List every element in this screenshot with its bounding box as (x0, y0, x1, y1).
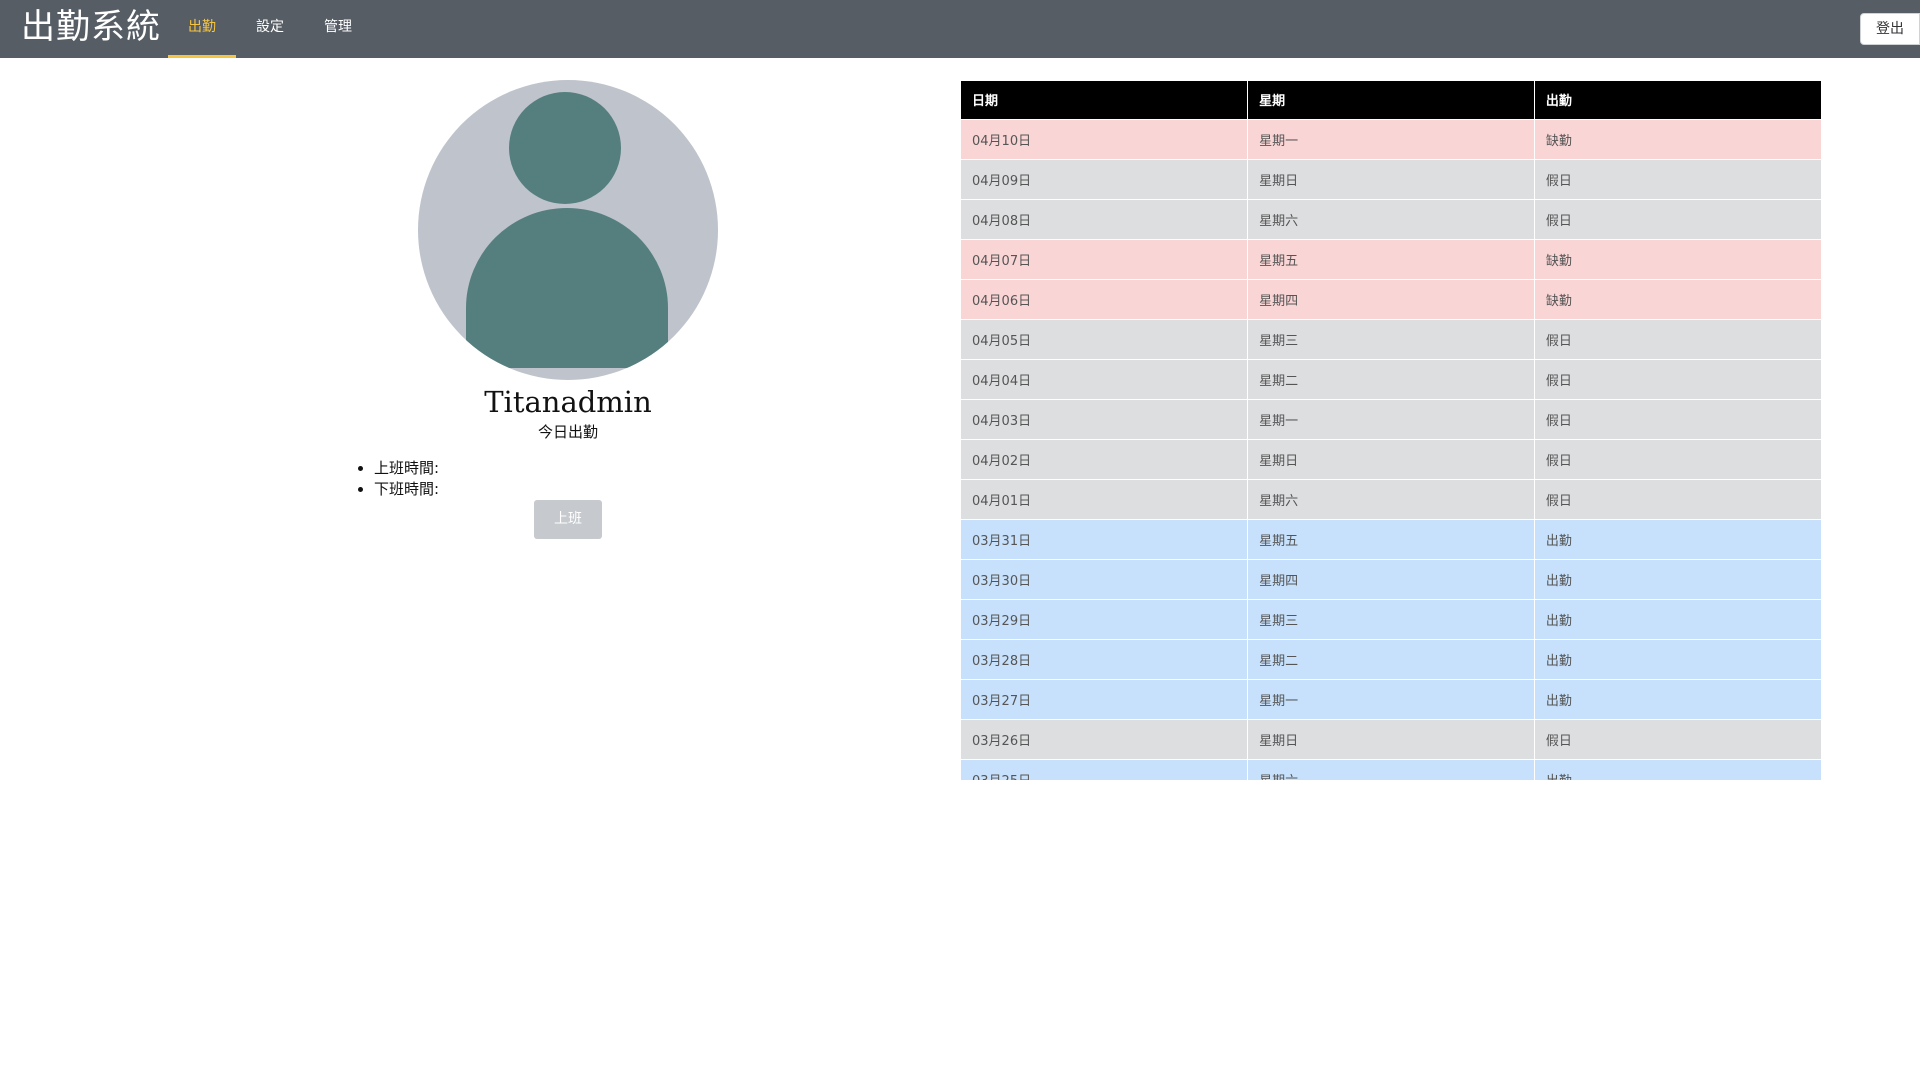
username: Titanadmin (484, 385, 652, 419)
cell-status: 缺勤 (1534, 238, 1821, 279)
cell-date: 04月09日 (961, 158, 1249, 199)
cell-status: 出勤 (1534, 638, 1821, 679)
cell-date: 03月30日 (961, 558, 1249, 599)
cell-weekday: 星期三 (1247, 598, 1535, 639)
cell-status: 出勤 (1534, 678, 1821, 719)
cell-date: 04月04日 (961, 358, 1249, 399)
table-row: 04月10日 星期一 缺勤 (961, 118, 1821, 159)
cell-status: 出勤 (1534, 558, 1821, 599)
top-navbar: 出勤系統 出勤 設定 管理 登出 (0, 0, 1920, 58)
avatar-body-shape (466, 208, 668, 368)
table-row: 04月01日 星期六 假日 (961, 478, 1821, 519)
cell-status: 假日 (1534, 358, 1821, 399)
cell-weekday: 星期二 (1247, 358, 1535, 399)
table-row: 03月25日星期六出勤 (961, 758, 1821, 780)
cell-status: 缺勤 (1534, 278, 1821, 319)
cell-date: 04月01日 (961, 478, 1249, 519)
cell-status: 出勤 (1534, 598, 1821, 639)
table-row: 03月31日 星期五 出勤 (961, 518, 1821, 559)
table-row: 04月04日 星期二 假日 (961, 358, 1821, 399)
cell-status: 假日 (1534, 438, 1821, 479)
cell-date: 03月31日 (961, 518, 1249, 559)
nav-item-admin[interactable]: 管理 (316, 0, 360, 58)
table-row: 04月09日 星期日 假日 (961, 158, 1821, 199)
cell-weekday: 星期六 (1247, 758, 1535, 780)
column-header-date: 日期 (961, 81, 1249, 119)
cell-weekday: 星期六 (1247, 198, 1535, 239)
cell-status: 假日 (1534, 398, 1821, 439)
table-row: 03月26日 星期日 假日 (961, 718, 1821, 759)
clock-in-button[interactable]: 上班 (534, 500, 602, 539)
clock-out-time-label: 下班時間: (374, 479, 439, 500)
table-row: 04月03日 星期一 假日 (961, 398, 1821, 439)
cell-date: 04月06日 (961, 278, 1249, 319)
cell-date: 04月03日 (961, 398, 1249, 439)
table-row: 04月07日 星期五 缺勤 (961, 238, 1821, 279)
cell-weekday: 星期一 (1247, 398, 1535, 439)
cell-status: 假日 (1534, 718, 1821, 759)
cell-weekday: 星期五 (1247, 238, 1535, 279)
table-row: 04月02日 星期日 假日 (961, 438, 1821, 479)
attendance-time-list: 上班時間: 下班時間: (354, 458, 439, 500)
cell-weekday: 星期一 (1247, 678, 1535, 719)
table-row: 03月30日 星期四 出勤 (961, 558, 1821, 599)
avatar-head-shape (509, 92, 621, 204)
cell-status: 出勤 (1534, 758, 1821, 780)
cell-date: 04月10日 (961, 118, 1249, 159)
attendance-table: 日期 星期 出勤 04月10日 星期一 缺勤 04月09日 星期日 假日 04月08日 星期六… (961, 81, 1821, 780)
cell-date: 04月02日 (961, 438, 1249, 479)
cell-status: 缺勤 (1534, 118, 1821, 159)
attendance-table-container[interactable]: 日期 星期 出勤 04月10日 星期一 缺勤 04月09日 星期日 假日 04月08日 星期六… (961, 81, 1821, 780)
cell-date: 03月26日 (961, 718, 1249, 759)
column-header-weekday: 星期 (1247, 81, 1535, 119)
cell-status: 假日 (1534, 198, 1821, 239)
nav-item-settings[interactable]: 設定 (248, 0, 292, 58)
cell-weekday: 星期四 (1247, 278, 1535, 319)
table-row: 04月08日 星期六 假日 (961, 198, 1821, 239)
cell-weekday: 星期三 (1247, 318, 1535, 359)
cell-weekday: 星期一 (1247, 118, 1535, 159)
logout-button[interactable]: 登出 (1860, 13, 1920, 45)
cell-date: 04月07日 (961, 238, 1249, 279)
cell-date: 03月27日 (961, 678, 1249, 719)
cell-weekday: 星期二 (1247, 638, 1535, 679)
cell-status: 假日 (1534, 478, 1821, 519)
cell-date: 03月28日 (961, 638, 1249, 679)
cell-status: 假日 (1534, 318, 1821, 359)
clock-in-time-label: 上班時間: (374, 458, 439, 479)
table-row: 04月05日 星期三 假日 (961, 318, 1821, 359)
user-avatar-icon (418, 80, 718, 380)
cell-weekday: 星期四 (1247, 558, 1535, 599)
table-header-row: 日期 星期 出勤 (961, 81, 1821, 119)
cell-date: 03月25日 (961, 758, 1249, 780)
cell-weekday: 星期日 (1247, 158, 1535, 199)
cell-date: 04月05日 (961, 318, 1249, 359)
column-header-status: 出勤 (1534, 81, 1821, 119)
table-row: 03月27日 星期一 出勤 (961, 678, 1821, 719)
cell-weekday: 星期日 (1247, 438, 1535, 479)
cell-weekday: 星期日 (1247, 718, 1535, 759)
app-brand-title[interactable]: 出勤系統 (21, 7, 161, 47)
attendance-table-body: 04月10日 星期一 缺勤 04月09日 星期日 假日 04月08日 星期六 假日 04月07日星… (961, 118, 1821, 780)
table-row: 03月28日 星期二 出勤 (961, 638, 1821, 679)
cell-date: 04月08日 (961, 198, 1249, 239)
cell-status: 出勤 (1534, 518, 1821, 559)
table-row: 03月29日 星期三 出勤 (961, 598, 1821, 639)
cell-weekday: 星期五 (1247, 518, 1535, 559)
table-row: 04月06日 星期四 缺勤 (961, 278, 1821, 319)
today-attendance-label: 今日出勤 (537, 423, 598, 441)
nav-item-attendance[interactable]: 出勤 (168, 0, 236, 58)
cell-date: 03月29日 (961, 598, 1249, 639)
cell-weekday: 星期六 (1247, 478, 1535, 519)
cell-status: 假日 (1534, 158, 1821, 199)
